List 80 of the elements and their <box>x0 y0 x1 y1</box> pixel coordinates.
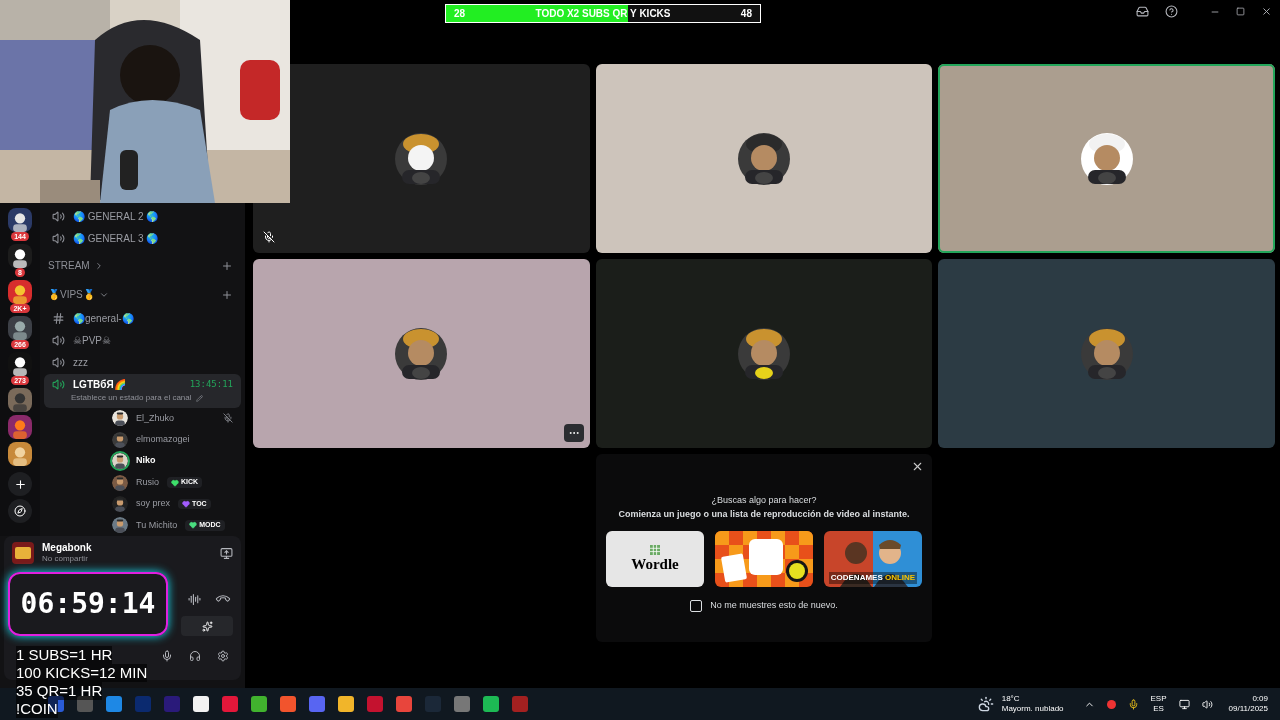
language-label[interactable]: ESP <box>1150 694 1167 704</box>
speaker-icon <box>52 378 65 392</box>
add-channel-icon[interactable] <box>221 289 233 301</box>
signal-icon[interactable] <box>188 592 201 606</box>
add-server-button[interactable] <box>8 472 32 496</box>
checkbox-label: No me muestres esto de nuevo. <box>710 599 838 612</box>
clock-time[interactable]: 0:09 <box>1252 694 1268 704</box>
member-name[interactable]: El_Zhuko <box>136 411 175 426</box>
channel-item[interactable]: zzz <box>44 351 241 374</box>
mic-icon[interactable] <box>161 650 173 662</box>
goal-end: 48 <box>740 7 752 21</box>
close-icon[interactable] <box>1261 6 1272 17</box>
discover-button[interactable] <box>8 499 32 523</box>
member-name[interactable]: Tu Michito <box>136 518 178 533</box>
channel-name: zzz <box>73 356 88 371</box>
more-button[interactable] <box>563 424 584 442</box>
channel-name: ☠PVP☠ <box>73 334 111 349</box>
hash-icon <box>52 312 65 326</box>
temperature: 18°C <box>1001 694 1021 704</box>
game-card[interactable]: CODENAMES ONLINE <box>824 531 922 587</box>
settings-icon[interactable] <box>217 650 229 662</box>
video-tile[interactable] <box>595 64 933 253</box>
maximize-icon[interactable] <box>1236 7 1245 16</box>
countdown-timer: 06:59:14 <box>20 586 156 622</box>
soundboard-button[interactable] <box>181 616 233 636</box>
call-timer: 13:45:11 <box>189 377 233 391</box>
goal-start: 28 <box>454 7 466 21</box>
volume-icon[interactable] <box>1201 698 1213 710</box>
game-title: CODENAMES ONLINE <box>828 572 918 584</box>
mic-icon[interactable] <box>1127 698 1139 710</box>
help-icon[interactable] <box>1165 5 1178 18</box>
category-row[interactable]: STREAM <box>40 253 245 279</box>
category-label: STREAM <box>48 259 90 274</box>
compass-icon <box>14 505 26 517</box>
category-label: 🥇VIPS🥇 <box>48 288 95 303</box>
video-tile[interactable] <box>595 259 933 448</box>
language-label[interactable]: ES <box>1153 704 1164 714</box>
speaker-icon <box>52 231 65 245</box>
weather-icon[interactable] <box>977 696 994 712</box>
video-tile[interactable] <box>938 64 1275 253</box>
channel-item[interactable]: 🌎 GENERAL 3 🌎 <box>44 227 241 249</box>
member-name[interactable]: soy prex <box>136 497 170 511</box>
video-tile[interactable] <box>253 259 590 448</box>
game-card[interactable]: Wordle <box>606 531 704 587</box>
grid-icon <box>650 544 660 555</box>
video-tile[interactable] <box>938 259 1275 448</box>
member-name[interactable]: elmomazogei <box>136 433 190 447</box>
speaker-icon <box>52 209 65 223</box>
headphones-icon[interactable] <box>189 650 201 662</box>
game-title: Wordle <box>631 554 679 574</box>
pencil-icon[interactable] <box>195 394 203 402</box>
prompt-subtitle: Comienza un juego o una lista de reproducción de video al instante. <box>618 507 910 521</box>
screen-share-icon[interactable] <box>220 546 233 560</box>
prompt-title: ¿Buscas algo para hacer? <box>711 494 817 507</box>
channel-item[interactable]: LGTBбЯ🌈 13:45:11 Establece un estado para el canal <box>44 373 241 408</box>
clock-date[interactable]: 09/11/2025 <box>1228 704 1268 714</box>
speaker-icon <box>52 334 65 348</box>
category-row[interactable]: 🥇VIPS🥇 <box>40 282 245 308</box>
speaker-icon <box>52 356 65 370</box>
channel-name: 🌎 GENERAL 2 🌎 <box>73 209 159 224</box>
inbox-icon[interactable] <box>1136 5 1149 18</box>
channel-item[interactable]: 🌎 GENERAL 2 🌎 <box>44 205 241 227</box>
channel-status: Establece un estado para el canal <box>71 392 192 405</box>
channel-item[interactable]: ☠PVP☠ <box>44 329 241 352</box>
weather-text: Mayorm. nublado <box>1001 704 1064 714</box>
checkbox[interactable] <box>690 599 703 612</box>
channel-item[interactable]: 🌎general-🌎 <box>44 307 241 330</box>
member-name[interactable]: Rusio <box>136 475 159 490</box>
channel-name: 🌎 GENERAL 3 🌎 <box>73 231 159 246</box>
channel-name: LGTBбЯ🌈 <box>73 378 126 393</box>
activity-status: No compartir <box>42 554 89 565</box>
video-tile[interactable] <box>253 64 590 253</box>
sparkle-icon <box>201 620 213 632</box>
plus-icon <box>13 477 27 491</box>
network-icon[interactable] <box>1178 698 1190 710</box>
add-channel-icon[interactable] <box>221 259 233 272</box>
channel-name: 🌎general-🌎 <box>73 312 134 327</box>
goal-label: TODO X2 SUBS QR Y KICKS <box>535 7 671 21</box>
member-name[interactable]: Niko <box>136 454 156 468</box>
activity-name: Megabonk <box>42 541 92 555</box>
